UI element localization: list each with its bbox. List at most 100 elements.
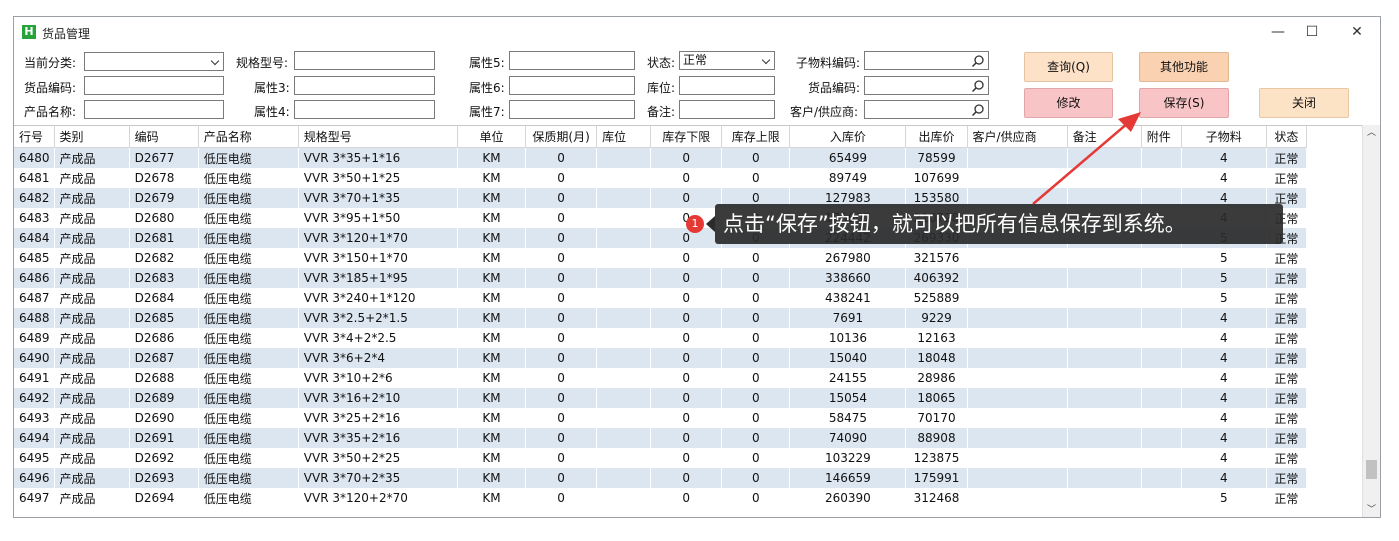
attr3-input[interactable] (294, 76, 435, 95)
table-cell: 0 (525, 228, 598, 248)
column-header[interactable]: 编码 (129, 126, 199, 148)
customer-input[interactable] (864, 100, 989, 119)
table-cell: 89749 (789, 168, 907, 188)
spec-label: 规格型号: (236, 56, 289, 70)
modify-button[interactable]: 修改 (1024, 88, 1113, 118)
table-cell (967, 268, 1068, 288)
table-row[interactable]: 6490 产成品 D2687 低压电缆 VVR 3*6+2*4 KM 0 0 0 15040 180… (14, 348, 1308, 368)
table-cell: D2685 (129, 308, 199, 328)
table-row[interactable]: 6487 产成品 D2684 低压电缆 VVR 3*240+1*120 KM 0 0 0 4382… (14, 288, 1308, 308)
table-cell (1141, 488, 1182, 508)
table-row[interactable]: 6495 产成品 D2692 低压电缆 VVR 3*50+2*25 KM 0 0 0 103229… (14, 448, 1308, 468)
table-cell: 7691 (789, 308, 907, 328)
column-header[interactable]: 库存下限 (650, 126, 723, 148)
status-label: 状态: (647, 56, 676, 70)
column-header[interactable]: 行号 (14, 126, 55, 148)
table-cell (1067, 147, 1142, 168)
table-cell: 低压电缆 (198, 168, 299, 188)
save-button[interactable]: 保存(S) (1139, 88, 1229, 118)
table-cell: VVR 3*120+2*70 (298, 488, 458, 508)
status-select[interactable]: 正常 (679, 51, 775, 70)
table-row[interactable]: 6491 产成品 D2688 低压电缆 VVR 3*10+2*6 KM 0 0 0 24155 28… (14, 368, 1308, 388)
maximize-button[interactable]: ☐ (1292, 21, 1332, 43)
column-header[interactable]: 客户/供应商 (967, 126, 1068, 148)
column-header[interactable]: 备注 (1067, 126, 1142, 148)
search-icon[interactable] (971, 79, 985, 93)
query-button[interactable]: 查询(Q) (1024, 52, 1113, 82)
column-header[interactable]: 保质期(月) (525, 126, 598, 148)
column-header[interactable]: 类别 (54, 126, 130, 148)
spec-input[interactable] (294, 51, 435, 70)
table-cell (596, 488, 652, 508)
attr6-label: 属性6: (469, 81, 505, 95)
table-row[interactable]: 6496 产成品 D2693 低压电缆 VVR 3*70+2*35 KM 0 0 0 146659… (14, 468, 1308, 488)
search-icon[interactable] (971, 103, 985, 117)
table-cell: D2680 (129, 208, 199, 228)
attr4-input[interactable] (294, 100, 435, 119)
goods-code2-input[interactable] (864, 76, 989, 95)
category-select[interactable] (84, 52, 224, 71)
table-cell: 正常 (1266, 388, 1308, 408)
table-row[interactable]: 6494 产成品 D2691 低压电缆 VVR 3*35+2*16 KM 0 0 0 74090 8… (14, 428, 1308, 448)
table-row[interactable]: 6493 产成品 D2690 低压电缆 VVR 3*25+2*16 KM 0 0 0 58475 7… (14, 408, 1308, 428)
column-header[interactable]: 库位 (596, 126, 652, 148)
scroll-up-icon[interactable]: ︿ (1363, 125, 1380, 142)
table-cell (967, 348, 1068, 368)
column-header[interactable]: 规格型号 (298, 126, 458, 148)
scroll-down-icon[interactable]: ﹀ (1363, 502, 1380, 517)
table-cell: 6487 (14, 288, 55, 308)
other-functions-button[interactable]: 其他功能 (1139, 52, 1229, 82)
search-icon[interactable] (971, 54, 985, 68)
table-cell (596, 388, 652, 408)
table-cell: 0 (525, 428, 598, 448)
column-header[interactable]: 产品名称 (198, 126, 299, 148)
table-row[interactable]: 6480 产成品 D2677 低压电缆 VVR 3*35+1*16 KM 0 0 0 65499 7… (14, 147, 1308, 168)
close-window-button[interactable]: ✕ (1337, 21, 1377, 43)
goods-code-input[interactable] (84, 76, 224, 95)
column-header[interactable]: 附件 (1141, 126, 1182, 148)
table-cell (596, 228, 652, 248)
table-cell (1141, 168, 1182, 188)
column-header[interactable]: 状态 (1266, 126, 1308, 148)
table-cell: 产成品 (54, 388, 130, 408)
product-name-input[interactable] (84, 100, 224, 119)
table-cell: 低压电缆 (198, 268, 299, 288)
column-header[interactable]: 子物料 (1181, 126, 1267, 148)
table-cell: 0 (525, 408, 598, 428)
table-cell: KM (457, 368, 527, 388)
table-row[interactable]: 6497 产成品 D2694 低压电缆 VVR 3*120+2*70 KM 0 0 0 26039… (14, 488, 1308, 508)
table-row[interactable]: 6488 产成品 D2685 低压电缆 VVR 3*2.5+2*1.5 KM 0 0 0 7691… (14, 308, 1308, 328)
table-cell: KM (457, 388, 527, 408)
sub-code-input[interactable] (864, 51, 989, 70)
attr7-input[interactable] (509, 100, 635, 119)
table-row[interactable]: 6485 产成品 D2682 低压电缆 VVR 3*150+1*70 KM 0 0 0 26798… (14, 248, 1308, 268)
table-cell: 产成品 (54, 488, 130, 508)
close-button[interactable]: 关闭 (1259, 88, 1349, 118)
table-cell (596, 348, 652, 368)
table-cell (967, 308, 1068, 328)
column-header[interactable]: 库存上限 (721, 126, 791, 148)
table-row[interactable]: 6492 产成品 D2689 低压电缆 VVR 3*16+2*10 KM 0 0 0 15054 1… (14, 388, 1308, 408)
scroll-thumb[interactable] (1366, 460, 1377, 479)
attr6-input[interactable] (509, 76, 635, 95)
table-cell: 0 (525, 147, 598, 168)
table-cell (1067, 308, 1142, 328)
table-cell (596, 208, 652, 228)
note-input[interactable] (679, 100, 775, 119)
table-row[interactable]: 6481 产成品 D2678 低压电缆 VVR 3*50+1*25 KM 0 0 0 89749 1… (14, 168, 1308, 188)
table-cell: 0 (650, 468, 723, 488)
table-cell: 产成品 (54, 208, 130, 228)
table-cell: 0 (721, 348, 791, 368)
location-input[interactable] (679, 76, 775, 95)
vertical-scrollbar[interactable]: ︿ ﹀ (1362, 125, 1380, 517)
column-header[interactable]: 出库价 (905, 126, 968, 148)
column-header[interactable]: 入库价 (789, 126, 907, 148)
table-row[interactable]: 6489 产成品 D2686 低压电缆 VVR 3*4+2*2.5 KM 0 0 0 10136 1… (14, 328, 1308, 348)
table-row[interactable]: 6486 产成品 D2683 低压电缆 VVR 3*185+1*95 KM 0 0 0 33866… (14, 268, 1308, 288)
table-cell (1141, 308, 1182, 328)
column-header[interactable]: 单位 (457, 126, 527, 148)
window-title: 货品管理 (42, 27, 91, 41)
table-cell: 0 (721, 388, 791, 408)
table-cell: 260390 (789, 488, 907, 508)
attr5-input[interactable] (509, 51, 635, 70)
